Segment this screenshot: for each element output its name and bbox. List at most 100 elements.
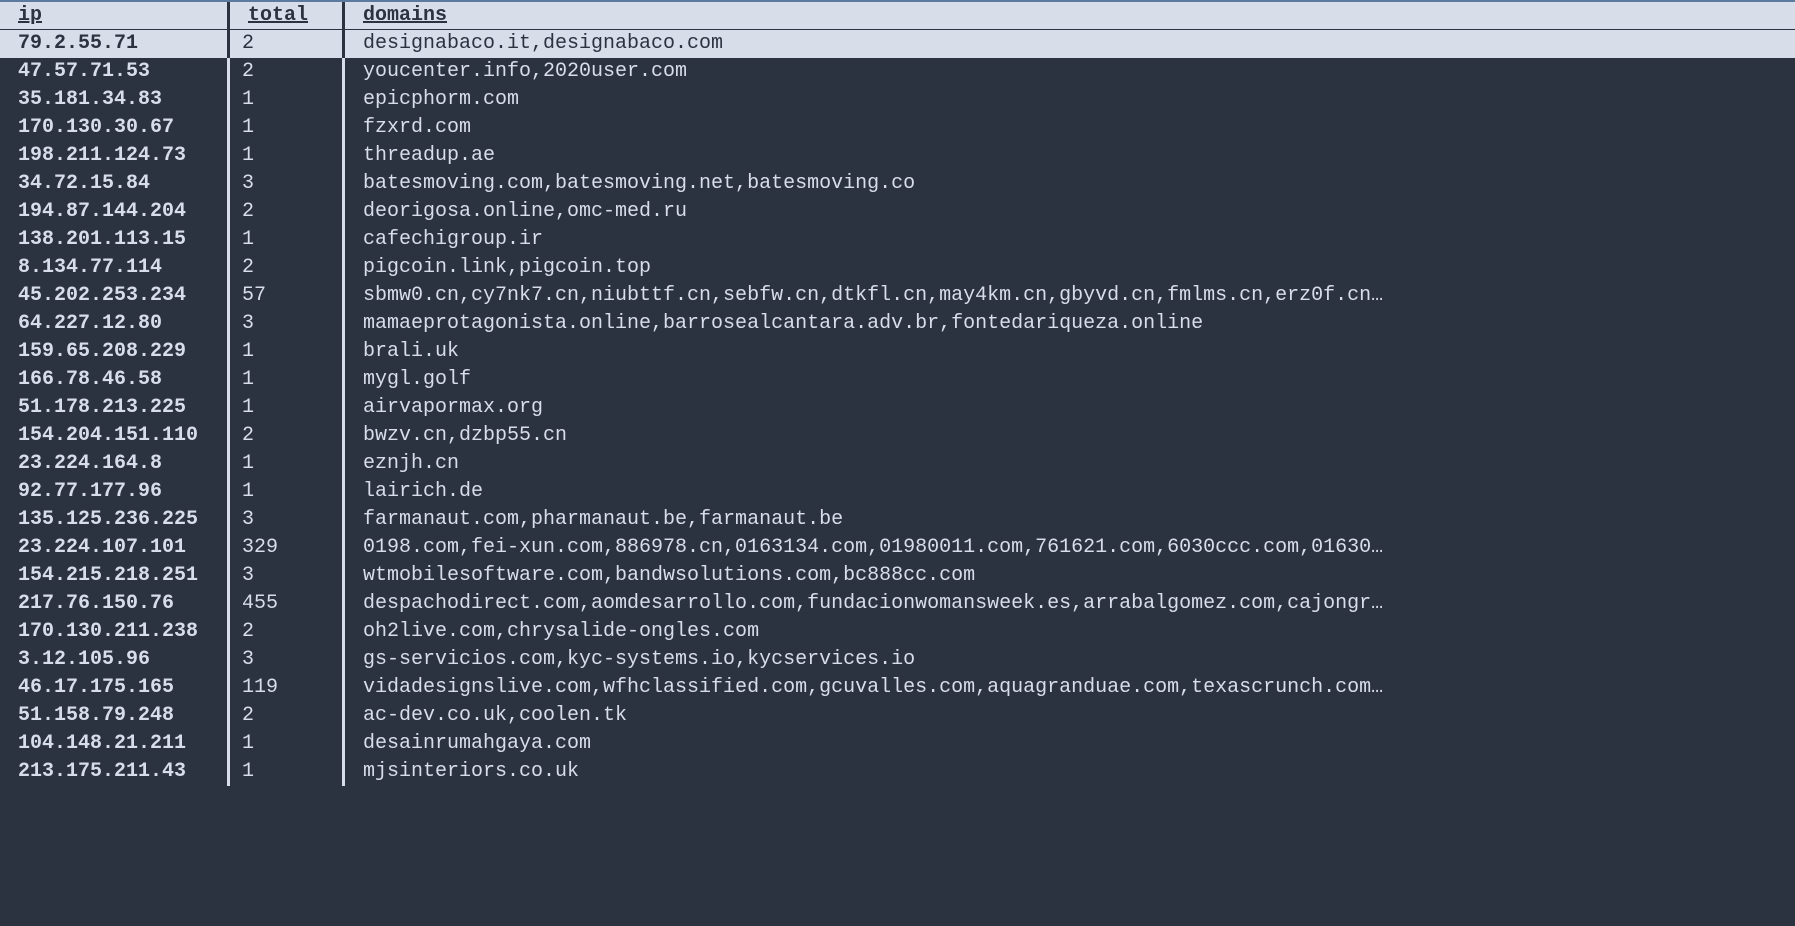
cell-domains: deorigosa.online,omc-med.ru [345, 198, 1795, 226]
cell-ip: 154.215.218.251 [0, 562, 230, 590]
cell-total: 2 [230, 30, 345, 58]
table-row[interactable]: 213.175.211.431mjsinteriors.co.uk [0, 758, 1795, 786]
table-row[interactable]: 159.65.208.2291brali.uk [0, 338, 1795, 366]
table-row[interactable]: 46.17.175.165119vidadesignslive.com,wfhc… [0, 674, 1795, 702]
cell-ip: 45.202.253.234 [0, 282, 230, 310]
table-row[interactable]: 47.57.71.532youcenter.info,2020user.com [0, 58, 1795, 86]
table-row[interactable]: 51.158.79.2482ac-dev.co.uk,coolen.tk [0, 702, 1795, 730]
cell-total: 1 [230, 114, 345, 142]
cell-total: 1 [230, 730, 345, 758]
cell-total: 1 [230, 450, 345, 478]
cell-domains: brali.uk [345, 338, 1795, 366]
cell-ip: 213.175.211.43 [0, 758, 230, 786]
cell-domains: mygl.golf [345, 366, 1795, 394]
cell-ip: 194.87.144.204 [0, 198, 230, 226]
cell-total: 119 [230, 674, 345, 702]
column-header-total[interactable]: total [230, 2, 345, 29]
table-row[interactable]: 138.201.113.151cafechigroup.ir [0, 226, 1795, 254]
cell-ip: 3.12.105.96 [0, 646, 230, 674]
table-row[interactable]: 51.178.213.2251airvapormax.org [0, 394, 1795, 422]
table-row[interactable]: 154.215.218.2513wtmobilesoftware.com,ban… [0, 562, 1795, 590]
table-row[interactable]: 198.211.124.731threadup.ae [0, 142, 1795, 170]
cell-ip: 34.72.15.84 [0, 170, 230, 198]
table-row[interactable]: 170.130.30.671fzxrd.com [0, 114, 1795, 142]
cell-domains: mjsinteriors.co.uk [345, 758, 1795, 786]
cell-total: 1 [230, 478, 345, 506]
cell-domains: despachodirect.com,aomdesarrollo.com,fun… [345, 590, 1795, 618]
cell-domains: batesmoving.com,batesmoving.net,batesmov… [345, 170, 1795, 198]
cell-total: 1 [230, 86, 345, 114]
cell-total: 3 [230, 646, 345, 674]
data-table: ip total domains 79.2.55.712designabaco.… [0, 0, 1795, 786]
cell-domains: desainrumahgaya.com [345, 730, 1795, 758]
cell-ip: 8.134.77.114 [0, 254, 230, 282]
cell-total: 2 [230, 618, 345, 646]
cell-total: 2 [230, 254, 345, 282]
cell-domains: ac-dev.co.uk,coolen.tk [345, 702, 1795, 730]
cell-ip: 23.224.107.101 [0, 534, 230, 562]
cell-ip: 79.2.55.71 [0, 30, 230, 58]
table-row[interactable]: 8.134.77.1142pigcoin.link,pigcoin.top [0, 254, 1795, 282]
cell-total: 329 [230, 534, 345, 562]
table-row[interactable]: 23.224.164.81eznjh.cn [0, 450, 1795, 478]
cell-total: 1 [230, 338, 345, 366]
cell-ip: 170.130.211.238 [0, 618, 230, 646]
cell-ip: 47.57.71.53 [0, 58, 230, 86]
cell-domains: cafechigroup.ir [345, 226, 1795, 254]
cell-domains: lairich.de [345, 478, 1795, 506]
cell-total: 1 [230, 366, 345, 394]
cell-ip: 46.17.175.165 [0, 674, 230, 702]
cell-ip: 23.224.164.8 [0, 450, 230, 478]
cell-total: 3 [230, 506, 345, 534]
column-header-domains[interactable]: domains [345, 2, 1795, 29]
cell-total: 2 [230, 422, 345, 450]
table-row[interactable]: 3.12.105.963gs-servicios.com,kyc-systems… [0, 646, 1795, 674]
cell-domains: bwzv.cn,dzbp55.cn [345, 422, 1795, 450]
table-row[interactable]: 35.181.34.831epicphorm.com [0, 86, 1795, 114]
column-header-ip[interactable]: ip [0, 2, 230, 29]
cell-total: 57 [230, 282, 345, 310]
cell-total: 1 [230, 226, 345, 254]
cell-domains: pigcoin.link,pigcoin.top [345, 254, 1795, 282]
cell-ip: 92.77.177.96 [0, 478, 230, 506]
table-header-row: ip total domains [0, 0, 1795, 30]
cell-ip: 217.76.150.76 [0, 590, 230, 618]
cell-ip: 104.148.21.211 [0, 730, 230, 758]
cell-domains: sbmw0.cn,cy7nk7.cn,niubttf.cn,sebfw.cn,d… [345, 282, 1795, 310]
table-body: 79.2.55.712designabaco.it,designabaco.co… [0, 30, 1795, 786]
cell-total: 2 [230, 58, 345, 86]
cell-ip: 135.125.236.225 [0, 506, 230, 534]
cell-domains: gs-servicios.com,kyc-systems.io,kycservi… [345, 646, 1795, 674]
table-row[interactable]: 166.78.46.581mygl.golf [0, 366, 1795, 394]
cell-ip: 35.181.34.83 [0, 86, 230, 114]
cell-domains: designabaco.it,designabaco.com [345, 30, 1795, 58]
table-row[interactable]: 45.202.253.23457sbmw0.cn,cy7nk7.cn,niubt… [0, 282, 1795, 310]
cell-domains: epicphorm.com [345, 86, 1795, 114]
table-row[interactable]: 170.130.211.2382oh2live.com,chrysalide-o… [0, 618, 1795, 646]
table-row[interactable]: 217.76.150.76455despachodirect.com,aomde… [0, 590, 1795, 618]
table-row[interactable]: 23.224.107.1013290198.com,fei-xun.com,88… [0, 534, 1795, 562]
cell-domains: mamaeprotagonista.online,barrosealcantar… [345, 310, 1795, 338]
cell-ip: 159.65.208.229 [0, 338, 230, 366]
cell-domains: airvapormax.org [345, 394, 1795, 422]
cell-domains: fzxrd.com [345, 114, 1795, 142]
cell-total: 2 [230, 702, 345, 730]
table-row[interactable]: 34.72.15.843batesmoving.com,batesmoving.… [0, 170, 1795, 198]
table-row[interactable]: 135.125.236.2253farmanaut.com,pharmanaut… [0, 506, 1795, 534]
cell-ip: 138.201.113.15 [0, 226, 230, 254]
cell-total: 1 [230, 394, 345, 422]
table-row[interactable]: 64.227.12.803mamaeprotagonista.online,ba… [0, 310, 1795, 338]
cell-total: 3 [230, 310, 345, 338]
cell-domains: oh2live.com,chrysalide-ongles.com [345, 618, 1795, 646]
cell-domains: wtmobilesoftware.com,bandwsolutions.com,… [345, 562, 1795, 590]
table-row[interactable]: 92.77.177.961lairich.de [0, 478, 1795, 506]
table-row[interactable]: 194.87.144.2042deorigosa.online,omc-med.… [0, 198, 1795, 226]
cell-domains: farmanaut.com,pharmanaut.be,farmanaut.be [345, 506, 1795, 534]
cell-ip: 154.204.151.110 [0, 422, 230, 450]
cell-domains: youcenter.info,2020user.com [345, 58, 1795, 86]
cell-ip: 64.227.12.80 [0, 310, 230, 338]
table-row[interactable]: 104.148.21.2111desainrumahgaya.com [0, 730, 1795, 758]
cell-ip: 170.130.30.67 [0, 114, 230, 142]
table-row[interactable]: 79.2.55.712designabaco.it,designabaco.co… [0, 30, 1795, 58]
table-row[interactable]: 154.204.151.1102bwzv.cn,dzbp55.cn [0, 422, 1795, 450]
